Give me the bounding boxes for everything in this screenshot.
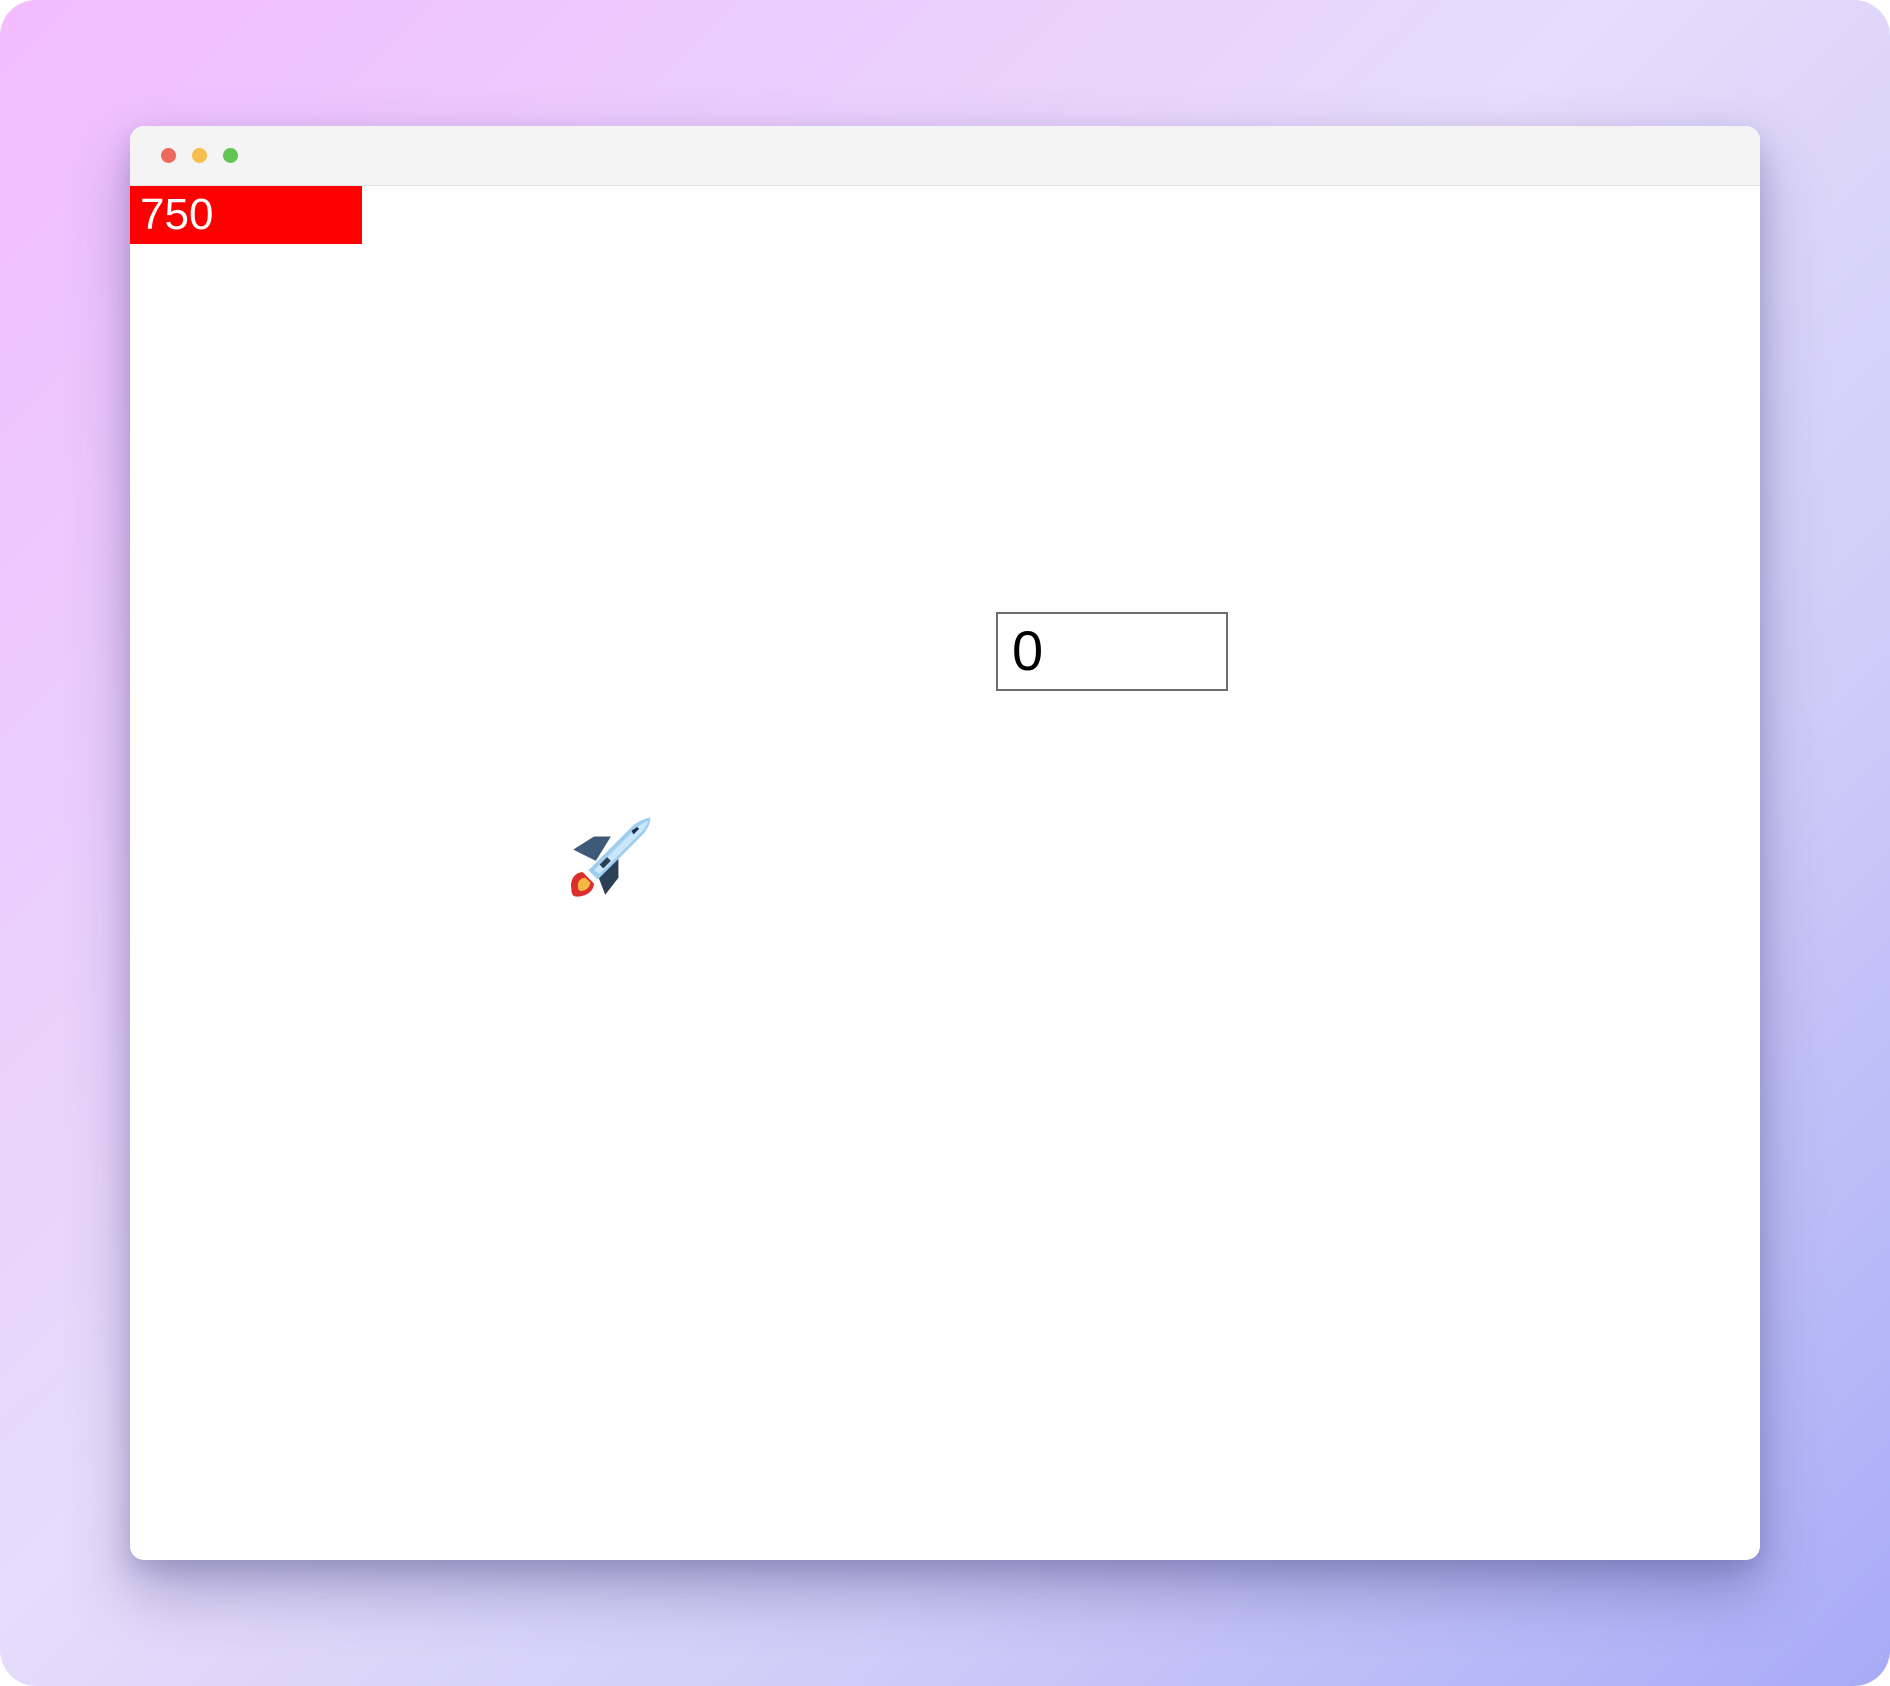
timer-display: 750 <box>130 186 362 244</box>
close-window-button[interactable] <box>161 148 176 163</box>
score-display: 0 <box>996 612 1228 691</box>
desktop-background: 750 0 <box>0 0 1890 1686</box>
window-titlebar <box>130 126 1760 186</box>
browser-window: 750 0 <box>130 126 1760 1560</box>
minimize-window-button[interactable] <box>192 148 207 163</box>
rocket-icon[interactable] <box>562 812 656 906</box>
maximize-window-button[interactable] <box>223 148 238 163</box>
